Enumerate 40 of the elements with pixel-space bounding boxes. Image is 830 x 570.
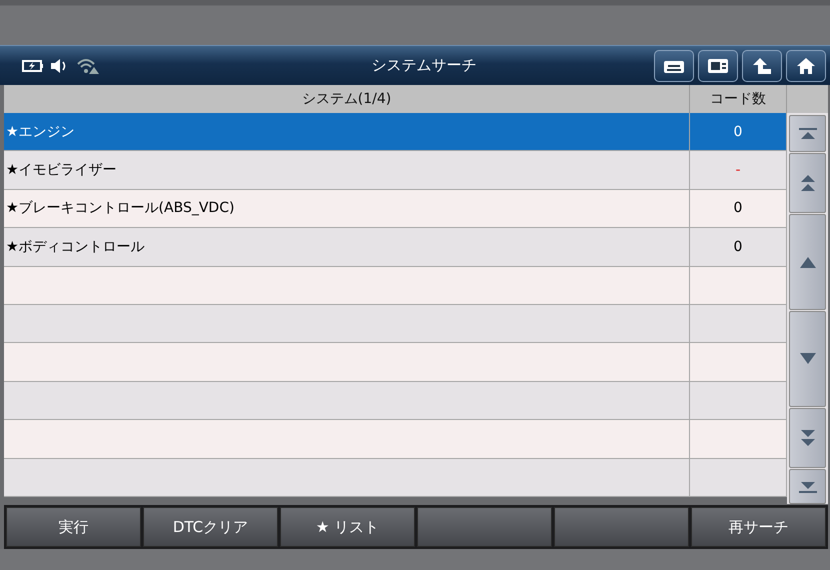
system-name: ★エンジン	[6, 122, 75, 141]
home-button[interactable]	[786, 50, 826, 82]
code-count: -	[735, 162, 741, 178]
scroll-button[interactable]	[789, 408, 826, 468]
footer-button[interactable]: ★ リスト	[280, 507, 415, 547]
footer-button[interactable]: DTCクリア	[143, 507, 278, 547]
system-name: ★ブレーキコントロール(ABS_VDC)	[6, 199, 234, 218]
scroll-button[interactable]	[789, 214, 826, 310]
back-button[interactable]	[742, 50, 782, 82]
scroll-button[interactable]	[789, 153, 826, 213]
code-count: 0	[734, 200, 742, 216]
table-row[interactable]: ★ブレーキコントロール(ABS_VDC) 0	[4, 190, 787, 228]
scroll-button[interactable]	[789, 469, 826, 504]
system-name: ★ボディコントロール	[6, 238, 145, 256]
home-icon	[796, 56, 816, 74]
table-row[interactable]: ★ボディコントロール 0	[4, 228, 787, 267]
double-up-icon	[800, 174, 816, 192]
up-icon	[800, 256, 816, 268]
image-button[interactable]	[698, 50, 738, 82]
code-count: 0	[734, 124, 742, 140]
table-row[interactable]: ★イモビライザー -	[4, 151, 787, 190]
scroll-button[interactable]	[789, 311, 826, 407]
system-name: ★イモビライザー	[6, 161, 117, 180]
scroll-button[interactable]	[789, 115, 826, 152]
wifi-warning-icon	[76, 56, 100, 74]
table-row[interactable]: ★エンジン 0	[4, 113, 787, 152]
scroll-bottom-icon	[798, 480, 818, 492]
double-down-icon	[800, 429, 816, 447]
blank-button[interactable]	[417, 507, 552, 547]
printer-button[interactable]	[654, 50, 694, 82]
blank-button[interactable]	[554, 507, 689, 547]
up-arrow-icon	[751, 56, 773, 74]
picture-card-icon	[707, 58, 729, 74]
footer-button[interactable]: 再サーチ	[691, 507, 826, 547]
down-icon	[800, 353, 816, 365]
battery-icon	[22, 60, 44, 72]
scroll-top-icon	[798, 128, 818, 140]
window-title: システムサーチ	[370, 56, 478, 75]
footer-button[interactable]: 実行	[6, 507, 141, 547]
code-count: 0	[734, 238, 742, 255]
